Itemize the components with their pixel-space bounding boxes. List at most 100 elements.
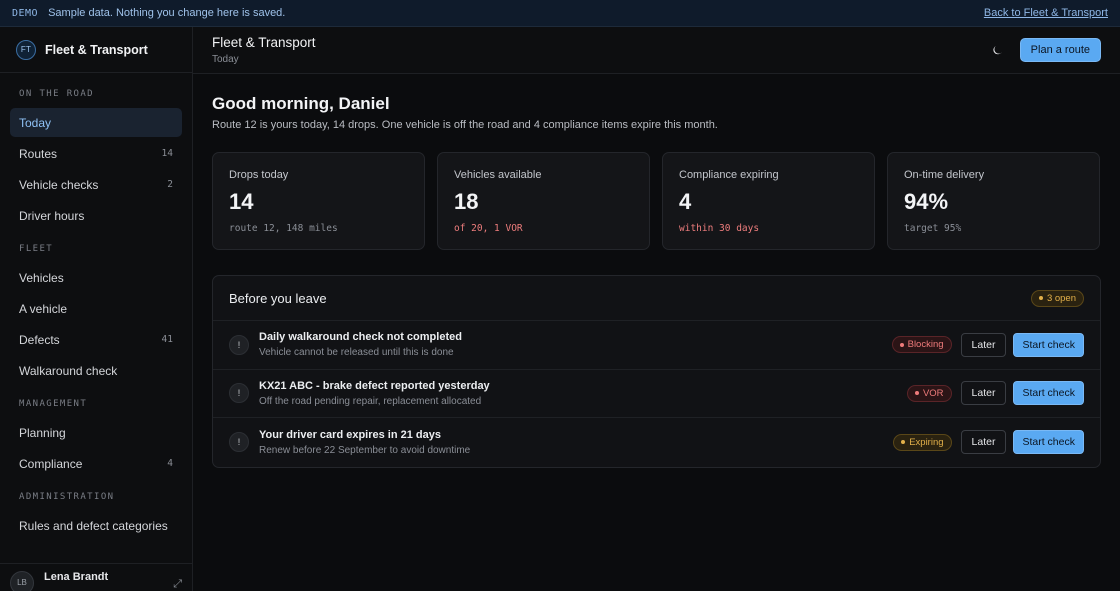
moon-icon[interactable] (987, 39, 1009, 61)
sidebar-item-label: Vehicle checks (19, 177, 99, 192)
start-check-button[interactable]: Start check (1013, 430, 1084, 455)
sidebar-item-label: Planning (19, 425, 66, 440)
sidebar-item-count: 4 (167, 458, 173, 469)
demo-message: Sample data. Nothing you change here is … (48, 7, 286, 19)
alert-icon: ! (229, 334, 249, 355)
task-title: Daily walkaround check not completed (259, 331, 462, 344)
stat-card: On-time delivery 94% target 95% (887, 152, 1100, 250)
sidebar-item-vehicle-checks[interactable]: Vehicle checks 2 (10, 170, 182, 199)
back-link[interactable]: Back to Fleet & Transport (984, 7, 1108, 19)
later-button[interactable]: Later (960, 381, 1007, 406)
greeting: Good morning, Daniel (212, 94, 390, 113)
main-content: Good morning, Daniel Route 12 is yours t… (212, 74, 1101, 468)
page-subtitle: Today (212, 54, 239, 65)
brand-name: Fleet & Transport (45, 42, 148, 57)
stat-label: Drops today (229, 169, 289, 181)
sidebar-item-label: Routes (19, 146, 58, 161)
page-title: Fleet & Transport (212, 35, 316, 50)
expand-icon[interactable]: ⤢ (173, 578, 182, 591)
task-row: ! KX21 ABC - brake defect reported yester… (213, 370, 1100, 418)
sidebar-item-compliance[interactable]: Compliance 4 (10, 449, 182, 478)
panel-title: Before you leave (229, 290, 327, 306)
alert-icon: ! (229, 383, 249, 404)
sidebar-item-defects[interactable]: Defects 41 (10, 325, 182, 354)
stat-label: On-time delivery (904, 169, 985, 181)
status-badge: Expiring (893, 433, 952, 451)
task-row: ! Your driver card expires in 21 days Rene… (213, 418, 1100, 467)
user-menu[interactable]: LB Lena Brandt ⤢ (0, 563, 192, 591)
stat-value: 4 (679, 189, 692, 214)
later-button[interactable]: Later (960, 430, 1007, 455)
sidebar-item-routes[interactable]: Routes 14 (10, 139, 182, 168)
start-check-button[interactable]: Start check (1013, 332, 1084, 357)
plan-route-button[interactable]: Plan a route (1019, 38, 1101, 62)
task-row: ! Daily walkaround check not completed Veh… (213, 321, 1100, 370)
stats-row: Drops today 14 route 12, 148 miles Vehicles… (212, 152, 1101, 250)
nav-section-title: ON THE ROAD (19, 89, 95, 99)
summary-text: Route 12 is yours today, 14 drops. One v… (212, 119, 718, 131)
stat-value: 14 (229, 189, 254, 214)
stat-card: Vehicles available 18 of 20, 1 VOR (437, 152, 650, 250)
stat-card: Compliance expiring 4 within 30 days (662, 152, 875, 250)
sidebar-item-label: Defects (19, 332, 60, 347)
sidebar-item-count: 41 (161, 334, 173, 345)
sidebar-item-label: Walkaround check (19, 363, 118, 378)
task-subtitle: Vehicle cannot be released until this is… (259, 347, 454, 359)
alert-icon: ! (229, 432, 249, 453)
status-badge-label: VOR (922, 387, 944, 399)
sidebar-item-driver-hours[interactable]: Driver hours (10, 201, 182, 230)
page-header: Fleet & Transport Today Plan a route (193, 27, 1120, 74)
nav-section-title: MANAGEMENT (19, 399, 88, 409)
sidebar-item-a-vehicle[interactable]: A vehicle (10, 294, 182, 323)
open-count-badge: 3 open (1030, 289, 1084, 307)
status-badge: VOR (906, 384, 952, 402)
demo-tag: DEMO (12, 7, 39, 19)
user-name: Lena Brandt (44, 570, 109, 583)
status-badge: Blocking (891, 336, 952, 354)
open-count-label: 3 open (1046, 292, 1076, 304)
status-dot-icon (1038, 296, 1043, 300)
sidebar-item-label: Driver hours (19, 208, 85, 223)
sidebar-item-label: A vehicle (19, 301, 68, 316)
sidebar-item-planning[interactable]: Planning (10, 418, 182, 447)
demo-banner: DEMO Sample data. Nothing you change her… (0, 0, 1120, 27)
nav-section-title: FLEET (19, 244, 54, 254)
stat-note: route 12, 148 miles (229, 223, 338, 234)
brand[interactable]: FT Fleet & Transport (0, 27, 192, 73)
stat-note: of 20, 1 VOR (454, 223, 523, 234)
task-title: Your driver card expires in 21 days (259, 428, 441, 441)
status-dot-icon (914, 391, 919, 396)
sidebar-item-rules-and-defect-categories[interactable]: Rules and defect categories (10, 511, 182, 540)
task-subtitle: Renew before 22 September to avoid downt… (259, 444, 471, 456)
task-list: ! Daily walkaround check not completed Veh… (213, 321, 1100, 467)
sidebar-item-label: Compliance (19, 456, 83, 471)
stat-label: Compliance expiring (679, 169, 779, 181)
avatar: LB (10, 570, 34, 591)
sidebar-item-vehicles[interactable]: Vehicles (10, 263, 182, 292)
stat-label: Vehicles available (454, 169, 542, 181)
status-dot-icon (901, 440, 906, 445)
sidebar-item-today[interactable]: Today (10, 108, 182, 137)
sidebar-item-count: 2 (167, 179, 173, 190)
nav-section-title: ADMINISTRATION (19, 492, 115, 502)
sidebar: FT Fleet & Transport ON THE ROAD Today Rou… (0, 27, 193, 591)
stat-note: within 30 days (679, 223, 760, 234)
start-check-button[interactable]: Start check (1013, 381, 1084, 406)
before-you-leave-panel: Before you leave 3 open ! Daily walkaroun… (212, 275, 1101, 468)
sidebar-item-count: 14 (161, 148, 173, 159)
sidebar-item-label: Vehicles (19, 270, 64, 285)
task-subtitle: Off the road pending repair, replacement… (259, 395, 482, 407)
later-button[interactable]: Later (960, 332, 1007, 357)
sidebar-nav: ON THE ROAD Today Routes 14 Vehicle checks 2 D… (0, 73, 192, 540)
task-title: KX21 ABC - brake defect reported yesterd… (259, 379, 490, 392)
stat-value: 18 (454, 189, 479, 214)
sidebar-item-label: Rules and defect categories (19, 518, 168, 533)
sidebar-item-walkaround-check[interactable]: Walkaround check (10, 356, 182, 385)
sidebar-item-label: Today (19, 115, 52, 130)
status-dot-icon (899, 342, 904, 347)
stat-note: target 95% (904, 223, 962, 234)
status-badge-label: Blocking (907, 339, 944, 351)
stat-card: Drops today 14 route 12, 148 miles (212, 152, 425, 250)
stat-value: 94% (904, 189, 949, 214)
brand-logo: FT (16, 39, 36, 60)
